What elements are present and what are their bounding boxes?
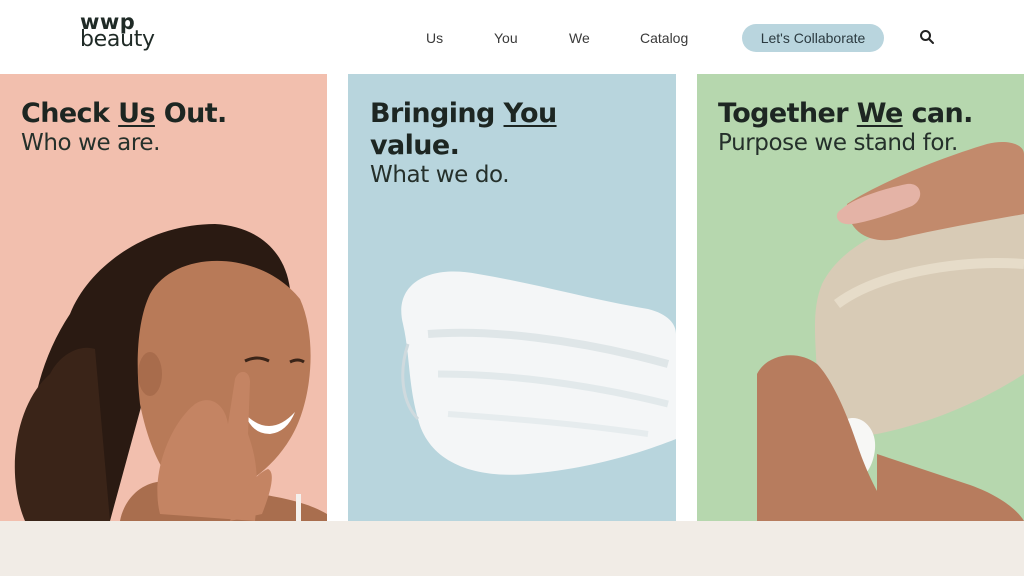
title-text: Check: [21, 98, 119, 129]
nav-link-catalog[interactable]: Catalog: [640, 30, 688, 46]
title-emphasis: You: [503, 98, 558, 129]
panel-title: Check Us Out.: [21, 98, 227, 130]
search-icon[interactable]: [918, 28, 936, 46]
title-text: Together: [718, 98, 857, 129]
panel-title: Bringing You value.: [370, 98, 557, 162]
brand-logo[interactable]: wwp beauty: [80, 12, 155, 51]
panel-who-we-are[interactable]: Check Us Out. Who we are.: [0, 74, 327, 521]
title-text-end: can.: [902, 98, 974, 129]
footer-band: [0, 521, 1024, 576]
title-line-2: value.: [370, 130, 460, 161]
panel-what-we-do[interactable]: Bringing You value. What we do.: [348, 74, 676, 521]
nav-link-you[interactable]: You: [494, 30, 518, 46]
panel-title: Together We can.: [718, 98, 973, 130]
panel-purpose[interactable]: Together We can. Purpose we stand for.: [697, 74, 1024, 521]
nav-link-we[interactable]: We: [569, 30, 590, 46]
collaborate-button[interactable]: Let's Collaborate: [742, 24, 884, 52]
title-emphasis: Us: [118, 98, 155, 129]
panel-subtitle: Who we are.: [21, 130, 161, 156]
logo-line-2: beauty: [80, 27, 155, 52]
nav-link-us[interactable]: Us: [426, 30, 443, 46]
panel-subtitle: Purpose we stand for.: [718, 130, 958, 156]
title-text: Bringing: [370, 98, 504, 129]
title-text-end: Out.: [154, 98, 228, 129]
title-emphasis: We: [856, 98, 904, 129]
site-header: wwp beauty Us You We Catalog Let's Colla…: [0, 0, 1024, 74]
panel-subtitle: What we do.: [370, 162, 510, 188]
